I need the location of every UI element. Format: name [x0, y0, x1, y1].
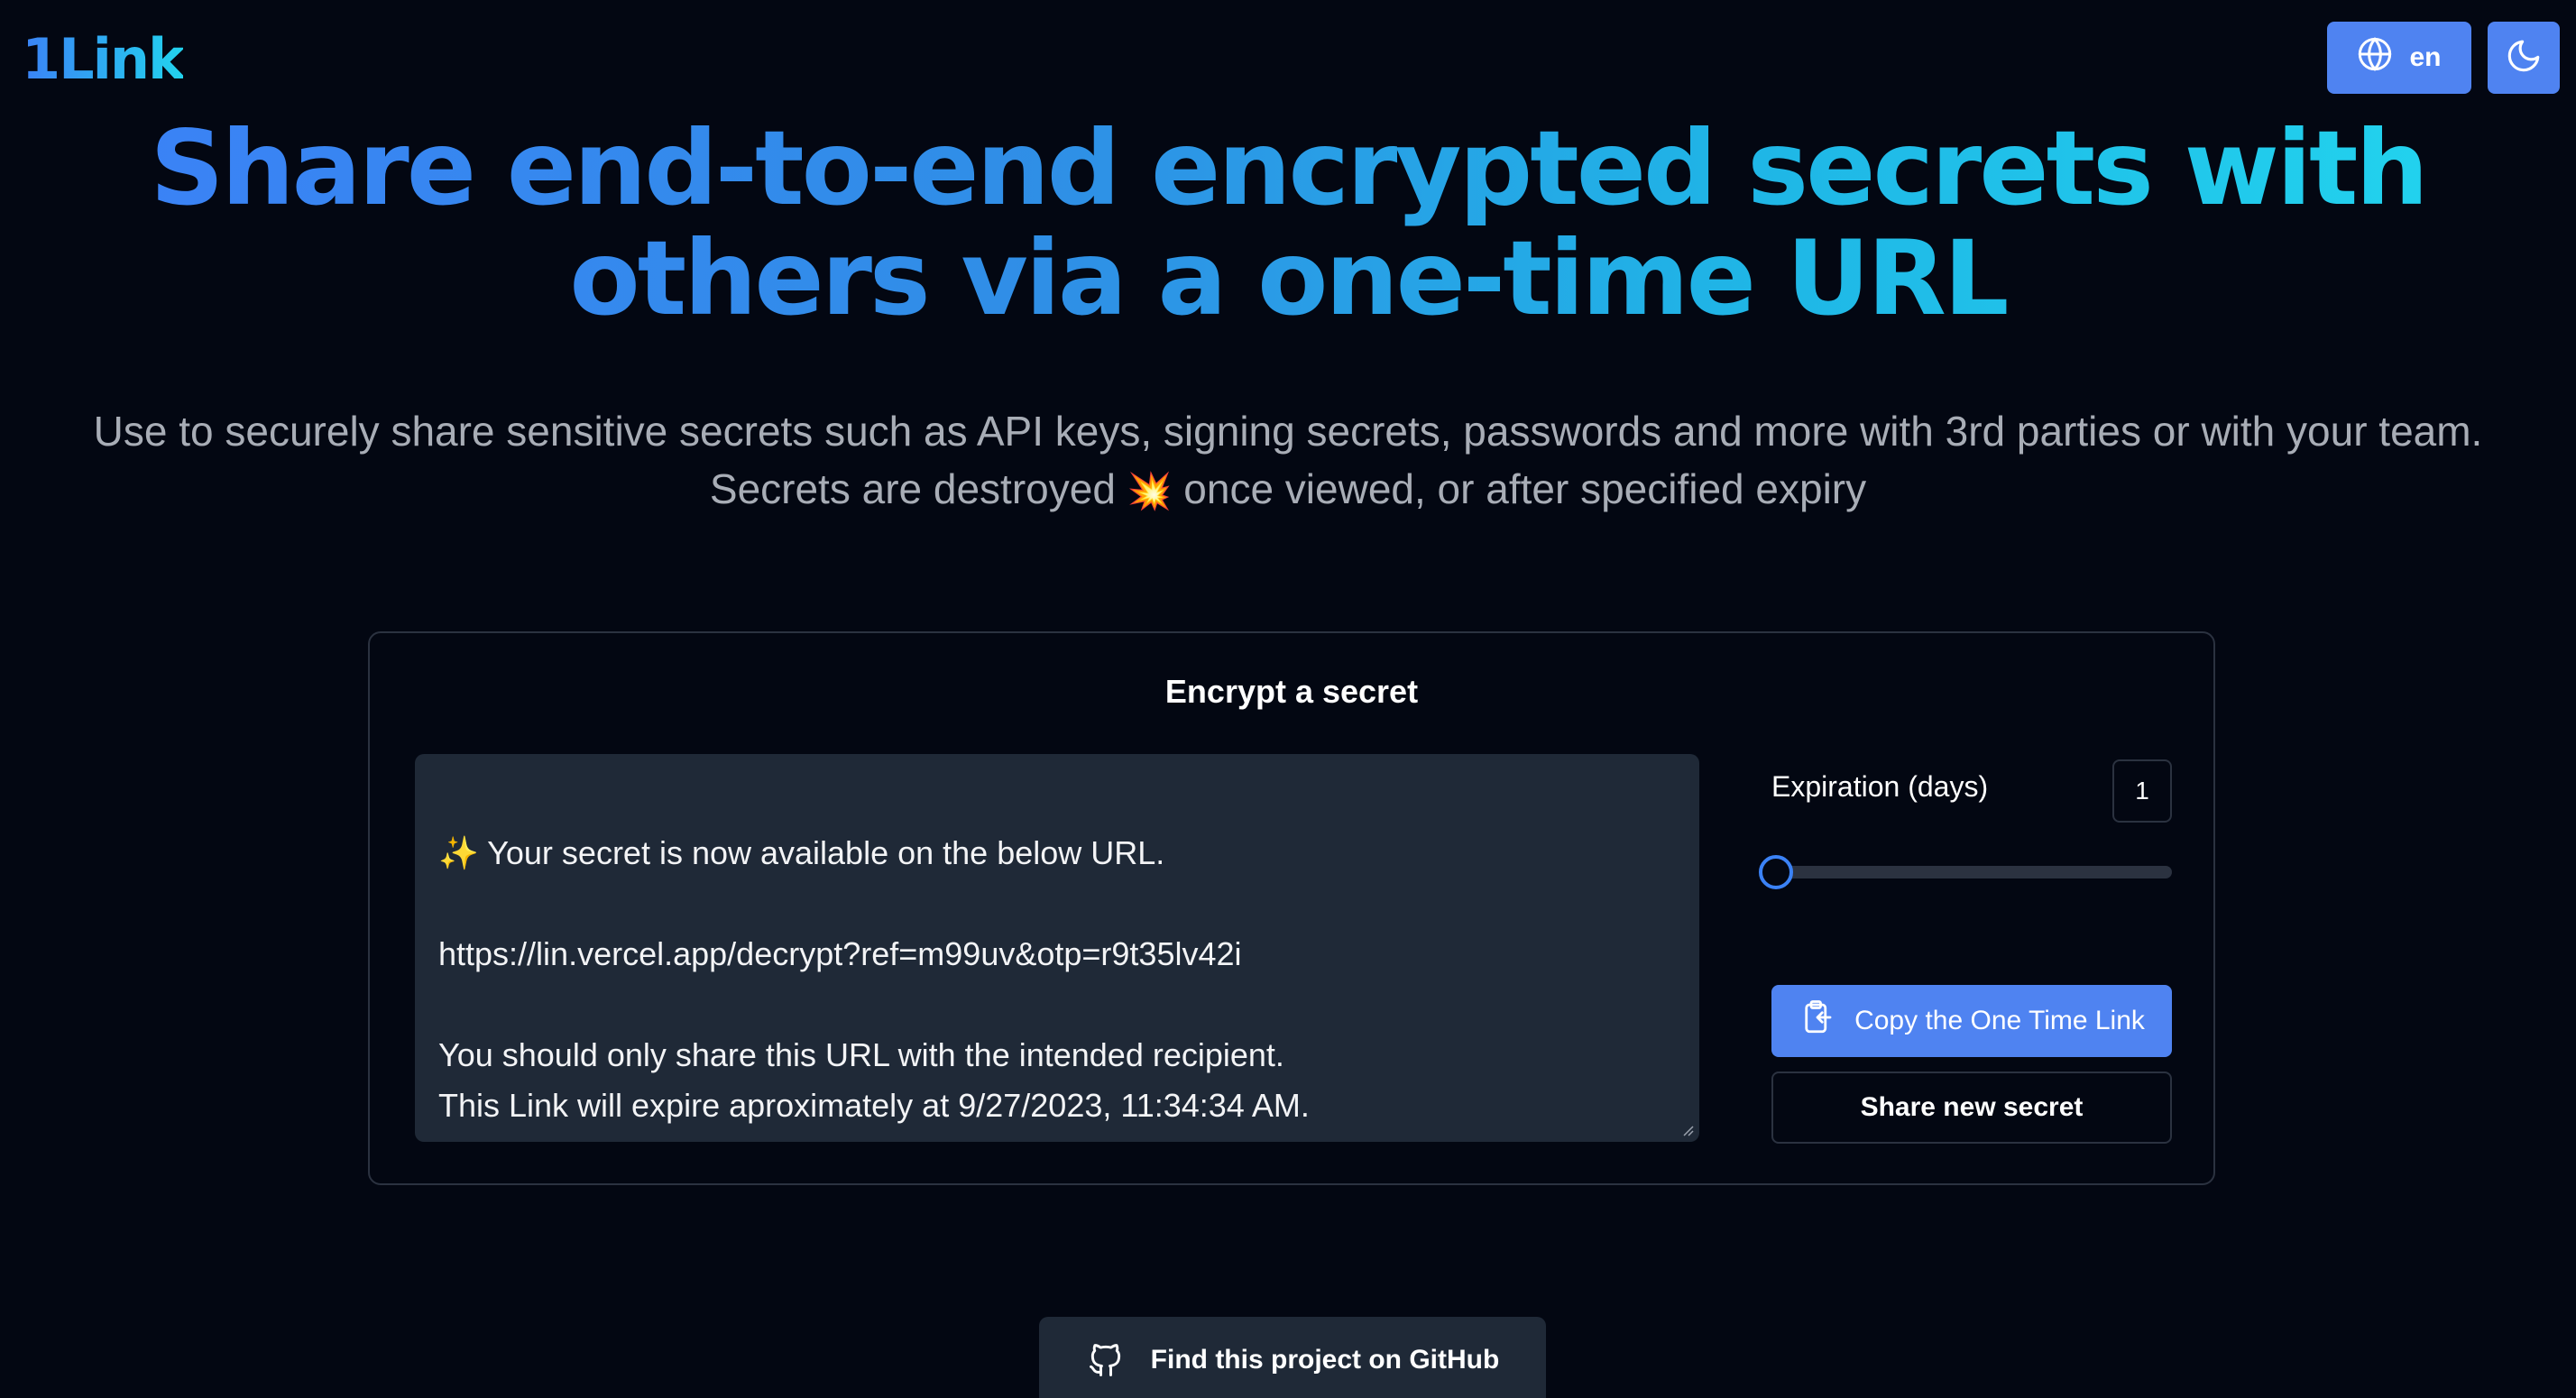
resize-grip-icon[interactable]	[1679, 1122, 1694, 1136]
page: 1Link en Share end-to-end encrypted secr…	[0, 0, 2576, 1398]
theme-toggle-button[interactable]	[2488, 22, 2560, 94]
subtitle-line-1: Use to securely share sensitive secrets …	[93, 408, 2483, 455]
moon-icon	[2505, 37, 2543, 79]
clipboard-icon	[1799, 998, 1836, 1044]
page-title: Share end-to-end encrypted secrets with …	[115, 114, 2461, 334]
github-link-label: Find this project on GitHub	[1150, 1345, 1500, 1375]
copy-link-label: Copy the One Time Link	[1854, 1006, 2145, 1035]
language-label: en	[2409, 42, 2442, 72]
copy-link-button[interactable]: Copy the One Time Link	[1771, 985, 2172, 1057]
expiration-slider-thumb[interactable]	[1759, 855, 1793, 889]
encrypt-card: Encrypt a secret ✨ Your secret is now av…	[368, 631, 2215, 1185]
globe-icon	[2357, 36, 2393, 79]
github-link-button[interactable]: Find this project on GitHub	[1039, 1317, 1546, 1398]
secret-textarea[interactable]: ✨ Your secret is now available on the be…	[415, 754, 1699, 1142]
subtitle-line-2-start: Secrets are destroyed	[709, 465, 1116, 512]
page-subtitle: Use to securely share sensitive secrets …	[0, 402, 2576, 520]
subtitle-line-2-end: once viewed, or after specified expiry	[1183, 465, 1867, 512]
logo[interactable]: 1Link	[22, 23, 185, 96]
subtitle-line-2: Secrets are destroyed 💥 once viewed, or …	[0, 460, 2576, 520]
secret-text: ✨ Your secret is now available on the be…	[438, 834, 1310, 1124]
expiration-value-input[interactable]: 1	[2112, 759, 2172, 823]
top-right-controls: en	[2327, 22, 2560, 94]
share-new-secret-button[interactable]: Share new secret	[1771, 1071, 2172, 1144]
card-title: Encrypt a secret	[1164, 673, 1419, 710]
explosion-emoji: 💥	[1127, 472, 1173, 511]
expiration-label: Expiration (days)	[1771, 770, 1989, 803]
language-button[interactable]: en	[2327, 22, 2471, 94]
github-icon	[1086, 1340, 1126, 1392]
expiration-slider-track[interactable]	[1771, 866, 2172, 878]
hero: Share end-to-end encrypted secrets with …	[0, 114, 2576, 334]
